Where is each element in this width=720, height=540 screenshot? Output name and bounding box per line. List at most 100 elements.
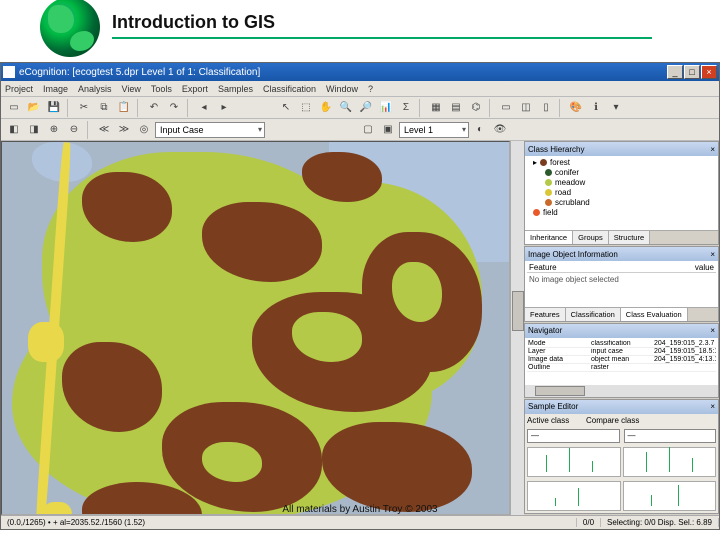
panel-title: Class Hierarchy bbox=[528, 145, 584, 154]
level-combo[interactable]: Level 1 bbox=[399, 122, 469, 138]
menu-analysis[interactable]: Analysis bbox=[78, 84, 112, 94]
split-icon[interactable]: ⊖ bbox=[65, 121, 83, 139]
menu-export[interactable]: Export bbox=[182, 84, 208, 94]
prev-icon[interactable]: ≪ bbox=[95, 121, 113, 139]
maximize-button[interactable]: □ bbox=[684, 65, 700, 79]
app-window: eCognition: [ecogtest 5.dpr Level 1 of 1… bbox=[0, 62, 720, 530]
menu-tools[interactable]: Tools bbox=[151, 84, 172, 94]
panel-close-icon[interactable]: × bbox=[710, 250, 715, 259]
tab-inheritance[interactable]: Inheritance bbox=[525, 231, 573, 244]
side-panels: Class Hierarchy × ▸forest conifer meadow … bbox=[524, 141, 719, 515]
tab-class-evaluation[interactable]: Class Evaluation bbox=[621, 308, 688, 321]
tree-item: conifer bbox=[527, 168, 716, 178]
hierarchy-icon[interactable]: ⌬ bbox=[467, 99, 485, 117]
panel-close-icon[interactable]: × bbox=[710, 402, 715, 411]
status-selection: Selecting: 0/0 Disp. Sel.: 6.89 bbox=[601, 518, 719, 527]
undo-icon[interactable]: ↶ bbox=[145, 99, 163, 117]
input-case-combo[interactable]: Input Case bbox=[155, 122, 265, 138]
workarea: Class Hierarchy × ▸forest conifer meadow … bbox=[1, 141, 719, 515]
sigma-icon[interactable]: Σ bbox=[397, 99, 415, 117]
minimize-button[interactable]: _ bbox=[667, 65, 683, 79]
cut-icon[interactable]: ✂ bbox=[75, 99, 93, 117]
map-view[interactable] bbox=[1, 141, 510, 515]
panel-close-icon[interactable]: × bbox=[710, 145, 715, 154]
slide-footer: All materials by Austin Troy © 2003 bbox=[1, 504, 719, 515]
redo-icon[interactable]: ↷ bbox=[165, 99, 183, 117]
transparency-icon[interactable]: ◐ bbox=[471, 121, 489, 139]
tree-item: meadow bbox=[527, 178, 716, 188]
active-class-field[interactable]: — bbox=[527, 429, 620, 443]
tree-item: road bbox=[527, 188, 716, 198]
panel-navigator: Navigator× Modeclassification204_159:015… bbox=[524, 323, 719, 398]
panel-class-hierarchy: Class Hierarchy × ▸forest conifer meadow … bbox=[524, 141, 719, 245]
paste-icon[interactable]: 📋 bbox=[115, 99, 133, 117]
navigator-hscroll[interactable] bbox=[525, 385, 718, 397]
menu-image[interactable]: Image bbox=[43, 84, 68, 94]
fill-icon[interactable]: ▣ bbox=[379, 121, 397, 139]
info-icon[interactable]: ℹ bbox=[587, 99, 605, 117]
menubar: Project Image Analysis View Tools Export… bbox=[1, 81, 719, 97]
menu-samples[interactable]: Samples bbox=[218, 84, 253, 94]
window3-icon[interactable]: ▯ bbox=[537, 99, 555, 117]
pan-icon[interactable]: ✋ bbox=[317, 99, 335, 117]
show-icon[interactable]: 👁 bbox=[491, 121, 509, 139]
tab-groups[interactable]: Groups bbox=[573, 231, 609, 244]
col-feature: Feature bbox=[529, 263, 557, 272]
globe-icon bbox=[40, 0, 100, 57]
palette-icon[interactable]: 🎨 bbox=[567, 99, 585, 117]
layers-icon[interactable]: ▤ bbox=[447, 99, 465, 117]
outline-icon[interactable]: ▢ bbox=[359, 121, 377, 139]
copy-icon[interactable]: ⧉ bbox=[95, 99, 113, 117]
pointer-icon[interactable]: ↖ bbox=[277, 99, 295, 117]
panel-title: Sample Editor bbox=[528, 402, 578, 411]
zoom-out-icon[interactable]: 🔎 bbox=[357, 99, 375, 117]
tree-item: ▸forest bbox=[527, 158, 716, 168]
select-icon[interactable]: ⬚ bbox=[297, 99, 315, 117]
tree-item: field bbox=[527, 208, 716, 218]
menu-classification[interactable]: Classification bbox=[263, 84, 316, 94]
arrow-left-icon[interactable]: ◂ bbox=[195, 99, 213, 117]
merge-icon[interactable]: ⊕ bbox=[45, 121, 63, 139]
panel-title: Image Object Information bbox=[528, 250, 618, 259]
window-title: eCognition: [ecogtest 5.dpr Level 1 of 1… bbox=[19, 67, 667, 78]
toolbar-main: ▭ 📂 💾 ✂ ⧉ 📋 ↶ ↷ ◂ ▸ ↖ ⬚ ✋ 🔍 🔎 📊 Σ ▦ ▤ ⌬ … bbox=[1, 97, 719, 119]
zoom-in-icon[interactable]: 🔍 bbox=[337, 99, 355, 117]
close-button[interactable]: × bbox=[701, 65, 717, 79]
col-value: value bbox=[695, 263, 714, 272]
next-icon[interactable]: ≫ bbox=[115, 121, 133, 139]
arrow-right-icon[interactable]: ▸ bbox=[215, 99, 233, 117]
open-icon[interactable]: 📂 bbox=[25, 99, 43, 117]
panel-title: Navigator bbox=[528, 326, 562, 335]
compare-class-field[interactable]: — bbox=[624, 429, 717, 443]
dropdown-icon[interactable]: ▾ bbox=[607, 99, 625, 117]
menu-window[interactable]: Window bbox=[326, 84, 358, 94]
tab-structure[interactable]: Structure bbox=[609, 231, 650, 244]
map-vscrollbar[interactable] bbox=[510, 141, 524, 515]
app-icon bbox=[3, 66, 15, 78]
panel-close-icon[interactable]: × bbox=[710, 326, 715, 335]
target-icon[interactable]: ◎ bbox=[135, 121, 153, 139]
tab-classification[interactable]: Classification bbox=[566, 308, 621, 321]
menu-help[interactable]: ? bbox=[368, 84, 373, 94]
chart-icon[interactable]: 📊 bbox=[377, 99, 395, 117]
panel-image-info: Image Object Information× Feature value … bbox=[524, 246, 719, 321]
new-icon[interactable]: ▭ bbox=[5, 99, 23, 117]
slide-title: Introduction to GIS bbox=[112, 12, 680, 33]
window1-icon[interactable]: ▭ bbox=[497, 99, 515, 117]
slide-header: Introduction to GIS bbox=[0, 0, 720, 56]
tab-features[interactable]: Features bbox=[525, 308, 566, 321]
statusbar: (0.0,/1265) • + al=2035.52./1560 (1.52) … bbox=[1, 515, 719, 529]
status-count: 0/0 bbox=[577, 518, 601, 527]
compare-class-label: Compare class bbox=[586, 416, 656, 425]
class-tree[interactable]: ▸forest conifer meadow road scrubland fi… bbox=[525, 156, 718, 230]
menu-view[interactable]: View bbox=[122, 84, 141, 94]
segment-icon[interactable]: ◧ bbox=[5, 121, 23, 139]
save-icon[interactable]: 💾 bbox=[45, 99, 63, 117]
panel-sample-editor: Sample Editor× Active class Compare clas… bbox=[524, 399, 719, 514]
grid-icon[interactable]: ▦ bbox=[427, 99, 445, 117]
window2-icon[interactable]: ◫ bbox=[517, 99, 535, 117]
titlebar: eCognition: [ecogtest 5.dpr Level 1 of 1… bbox=[1, 63, 719, 81]
toolbar-secondary: ◧ ◨ ⊕ ⊖ ≪ ≫ ◎ Input Case ▢ ▣ Level 1 ◐ 👁 bbox=[1, 119, 719, 141]
menu-project[interactable]: Project bbox=[5, 84, 33, 94]
classify-icon[interactable]: ◨ bbox=[25, 121, 43, 139]
